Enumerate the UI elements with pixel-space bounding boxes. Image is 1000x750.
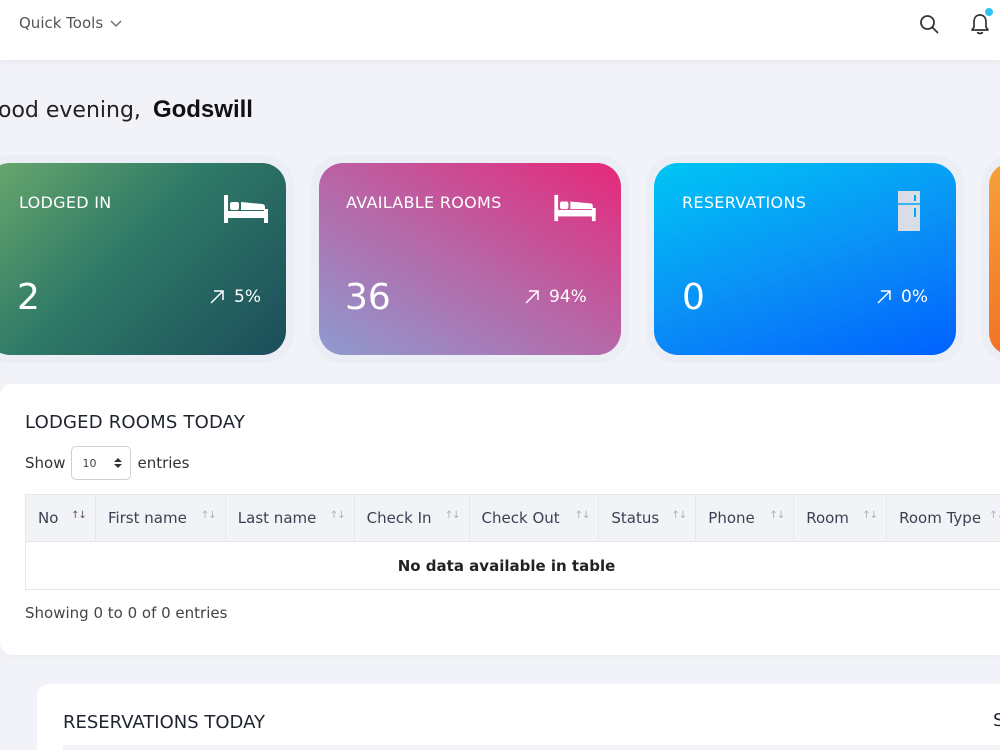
sort-icon: ↑↓ xyxy=(671,510,688,521)
lodged-rooms-panel: LODGED ROOMS TODAY Show 10 entries No ↑↓ … xyxy=(0,384,1000,655)
card-trend: 94% xyxy=(523,287,587,307)
card-trend: 0% xyxy=(875,287,928,307)
column-label: Room Type xyxy=(899,509,982,527)
arrow-up-right-icon xyxy=(210,290,224,304)
card-title: AVAILABLE ROOMS xyxy=(346,193,502,212)
table-info: Showing 0 to 0 of 0 entries xyxy=(25,604,228,622)
column-label: Check Out xyxy=(481,509,560,527)
entries-length-control: Show 10 entries xyxy=(25,446,189,480)
column-header-room[interactable]: Room ↑↓ xyxy=(794,495,888,541)
top-bar: Quick Tools xyxy=(0,0,1000,60)
card-title: RESERVATIONS xyxy=(682,193,807,212)
show-label: Show xyxy=(25,454,66,472)
column-label: Check In xyxy=(366,509,432,527)
partial-card xyxy=(981,155,1000,363)
sort-icon: ↑↓ xyxy=(574,510,591,521)
arrow-up-right-icon xyxy=(877,290,891,304)
column-label: No xyxy=(38,509,59,527)
notification-dot xyxy=(985,8,993,16)
column-label: Last name xyxy=(237,509,317,527)
column-label: First name xyxy=(107,509,187,527)
column-header-room-type[interactable]: Room Type ↑↓ xyxy=(887,495,1000,541)
available-rooms-card: AVAILABLE ROOMS 36 94% xyxy=(311,155,629,363)
reservations-panel: RESERVATIONS TODAY S xyxy=(37,684,1000,750)
card-trend-value: 0% xyxy=(901,287,928,307)
card-title: LODGED IN xyxy=(19,193,112,212)
column-header-check-in[interactable]: Check In ↑↓ xyxy=(355,495,470,541)
sort-icon: ↑↓ xyxy=(71,510,87,521)
entries-select-value: 10 xyxy=(82,456,97,470)
column-header-check-out[interactable]: Check Out ↑↓ xyxy=(470,495,600,541)
sort-icon: ↑↓ xyxy=(769,510,785,521)
column-label: Room xyxy=(806,509,849,527)
quick-tools-dropdown[interactable]: Quick Tools xyxy=(19,14,123,32)
bed-icon xyxy=(224,195,268,223)
lodged-rooms-table: No ↑↓ First name ↑↓ Last name ↑↓ Check In ↑↓… xyxy=(25,494,1000,590)
arrow-up-right-icon xyxy=(525,290,539,304)
card-trend-value: 5% xyxy=(234,287,261,307)
column-header-last-name[interactable]: Last name ↑↓ xyxy=(226,495,355,541)
bed-icon xyxy=(554,194,596,222)
column-header-no[interactable]: No ↑↓ xyxy=(26,495,96,541)
chevron-down-icon xyxy=(110,20,122,27)
reservations-title: RESERVATIONS TODAY xyxy=(63,712,265,733)
card-trend-value: 94% xyxy=(549,287,587,307)
entries-label: entries xyxy=(137,454,190,472)
lodged-in-card: LODGED IN 2 5% xyxy=(0,155,294,363)
sort-icon: ↑↓ xyxy=(201,510,217,521)
column-label: Status xyxy=(611,509,660,527)
reservations-table-header xyxy=(63,745,1000,750)
card-value: 0 xyxy=(682,277,705,318)
empty-table-message: No data available in table xyxy=(397,556,616,575)
card-value: 36 xyxy=(345,277,391,318)
fridge-icon xyxy=(898,191,920,231)
sort-icon: ↑↓ xyxy=(862,510,878,521)
sort-icon: ↑↓ xyxy=(444,510,461,521)
column-header-first-name[interactable]: First name ↑↓ xyxy=(96,495,226,541)
card-trend: 5% xyxy=(208,287,261,307)
greeting: ood evening, Godswill xyxy=(0,96,253,124)
reservations-card: RESERVATIONS 0 0% xyxy=(646,155,964,363)
search-icon[interactable] xyxy=(918,13,940,35)
card-value: 2 xyxy=(17,277,40,318)
quick-tools-label: Quick Tools xyxy=(19,14,104,32)
entries-select[interactable]: 10 xyxy=(71,446,132,480)
column-header-phone[interactable]: Phone ↑↓ xyxy=(696,495,795,541)
column-label: Phone xyxy=(708,509,755,527)
column-header-status[interactable]: Status ↑↓ xyxy=(599,495,697,541)
table-row-empty: No data available in table xyxy=(25,542,1000,590)
lodged-rooms-title: LODGED ROOMS TODAY xyxy=(25,412,246,433)
greeting-user-name: Godswill xyxy=(152,96,253,123)
sort-icon: ↑↓ xyxy=(329,510,346,521)
select-arrows-icon xyxy=(114,458,123,468)
table-header: No ↑↓ First name ↑↓ Last name ↑↓ Check In ↑↓… xyxy=(25,494,1000,542)
reservations-cut-label: S xyxy=(993,710,1000,731)
greeting-lead: ood evening, xyxy=(0,98,141,123)
sort-icon: ↑↓ xyxy=(989,510,1000,521)
